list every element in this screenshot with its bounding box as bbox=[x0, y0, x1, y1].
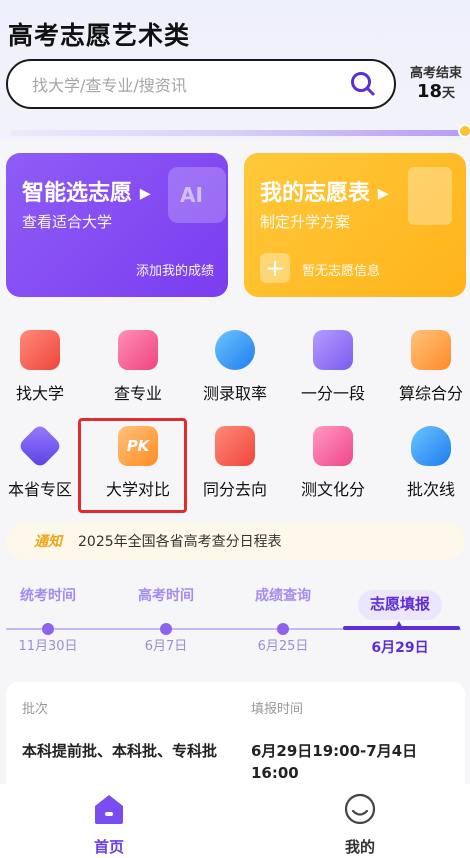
grid-admission-rate[interactable]: 测录取率 bbox=[188, 330, 282, 410]
table-cell-batch: 本科提前批、本科批、专科批 bbox=[22, 742, 218, 760]
tab-mine[interactable]: 我的 bbox=[320, 792, 400, 857]
plus-icon[interactable]: + bbox=[260, 253, 290, 283]
no-volunteer-info: 暂无志愿信息 bbox=[302, 264, 381, 279]
timeline-step-active[interactable]: 志愿填报 6月29日 bbox=[345, 593, 455, 656]
countdown-value: 18 bbox=[416, 81, 443, 102]
triangle-up-icon bbox=[394, 621, 404, 630]
table-header-time: 填报时间 bbox=[251, 702, 304, 717]
grid-label: 同分去向 bbox=[202, 480, 267, 499]
layers-icon bbox=[17, 423, 63, 469]
search-icon[interactable] bbox=[350, 71, 376, 97]
notice-tag: 通知 bbox=[34, 534, 62, 550]
timeline-dot bbox=[277, 623, 289, 635]
progress-dot bbox=[458, 124, 470, 138]
notice-bar[interactable]: 通知 2025年全国各省高考查分日程表 bbox=[6, 522, 465, 560]
timeline-step[interactable]: 成绩查询 6月25日 bbox=[228, 585, 338, 654]
smart-choice-card[interactable]: AI 智能选志愿 ▸ 查看适合大学 添加我的成绩 bbox=[6, 153, 228, 297]
grid-find-university[interactable]: 找大学 bbox=[0, 330, 87, 410]
grid-batch-line[interactable]: 批次线 bbox=[384, 426, 470, 506]
grid-province-zone[interactable]: 本省专区 bbox=[0, 423, 87, 506]
table-header-batch: 批次 bbox=[22, 702, 49, 717]
ai-tv-icon: AI bbox=[168, 167, 226, 223]
timeline-step-label: 志愿填报 bbox=[369, 595, 430, 613]
timeline-step[interactable]: 统考时间 11月30日 bbox=[0, 585, 103, 654]
timeline-dot bbox=[160, 623, 172, 635]
header: 高考志愿艺术类 高考结束 18天 bbox=[0, 0, 470, 140]
countdown-unit: 天 bbox=[442, 86, 456, 101]
search-bar[interactable] bbox=[6, 59, 396, 109]
swap-icon bbox=[313, 330, 353, 370]
timeline-dot bbox=[42, 623, 54, 635]
grid-label: 一分一段 bbox=[300, 384, 365, 403]
arrow-right-icon: ▸ bbox=[139, 181, 151, 206]
pie-chart-icon bbox=[215, 330, 255, 370]
add-score-link[interactable]: 添加我的成绩 bbox=[136, 260, 214, 279]
exam-paper-icon bbox=[313, 426, 353, 466]
my-volunteer-card[interactable]: 我的志愿表 ▸ 制定升学方案 + 暂无志愿信息 bbox=[244, 153, 466, 297]
smart-card-title: 智能选志愿 bbox=[22, 181, 133, 206]
bottom-tab-bar: 首页 我的 bbox=[0, 784, 470, 858]
notice-text[interactable]: 2025年全国各省高考查分日程表 bbox=[78, 531, 282, 551]
graduation-cap-icon bbox=[118, 330, 158, 370]
timeline-step-label: 成绩查询 bbox=[255, 588, 311, 604]
calendar-check-icon bbox=[215, 426, 255, 466]
exam-countdown: 高考结束 18天 bbox=[404, 62, 468, 102]
highlight-box bbox=[78, 418, 187, 513]
bar-chart-icon bbox=[411, 330, 451, 370]
grid-culture-score[interactable]: 测文化分 bbox=[286, 426, 380, 506]
grid-label: 测录取率 bbox=[202, 384, 267, 403]
tab-home[interactable]: 首页 bbox=[69, 792, 149, 857]
timeline-step[interactable]: 高考时间 6月7日 bbox=[111, 585, 221, 654]
timeline-step-date: 11月30日 bbox=[18, 639, 78, 654]
smiley-icon bbox=[344, 793, 376, 825]
tab-mine-label: 我的 bbox=[344, 838, 375, 856]
grid-label: 算综合分 bbox=[398, 384, 463, 403]
grid-score-rank[interactable]: 一分一段 bbox=[286, 330, 380, 410]
grid-label: 测文化分 bbox=[300, 480, 365, 499]
timeline-step-date: 6月29日 bbox=[371, 640, 429, 656]
timeline-step-label: 统考时间 bbox=[20, 588, 76, 604]
arrow-right-icon: ▸ bbox=[377, 181, 389, 206]
app-title: 高考志愿艺术类 bbox=[8, 21, 191, 50]
ribbon-badge-icon bbox=[411, 426, 451, 466]
countdown-label: 高考结束 bbox=[409, 66, 462, 81]
grid-label: 批次线 bbox=[406, 480, 455, 499]
table-cell-time: 6月29日19:00-7月4日16:00 bbox=[251, 742, 418, 782]
smart-card-subtitle: 查看适合大学 bbox=[22, 213, 113, 231]
timeline-step-label: 高考时间 bbox=[138, 588, 194, 604]
document-icon bbox=[408, 167, 452, 225]
timeline-step-date: 6月25日 bbox=[257, 639, 309, 654]
tab-home-label: 首页 bbox=[93, 838, 124, 856]
grid-label: 查专业 bbox=[113, 384, 162, 403]
timeline-step-date: 6月7日 bbox=[144, 639, 188, 654]
grid-label: 找大学 bbox=[15, 384, 64, 403]
grid-label: 本省专区 bbox=[7, 480, 72, 499]
progress-strip bbox=[10, 130, 465, 136]
grid-same-score-destination[interactable]: 同分去向 bbox=[188, 426, 282, 506]
mine-card-subtitle: 制定升学方案 bbox=[260, 213, 351, 231]
grid-find-major[interactable]: 查专业 bbox=[91, 330, 185, 410]
search-input[interactable] bbox=[30, 71, 334, 99]
school-icon bbox=[20, 330, 60, 370]
home-icon bbox=[95, 795, 123, 824]
mine-card-title: 我的志愿表 bbox=[260, 181, 371, 206]
grid-composite-score[interactable]: 算综合分 bbox=[384, 330, 470, 410]
